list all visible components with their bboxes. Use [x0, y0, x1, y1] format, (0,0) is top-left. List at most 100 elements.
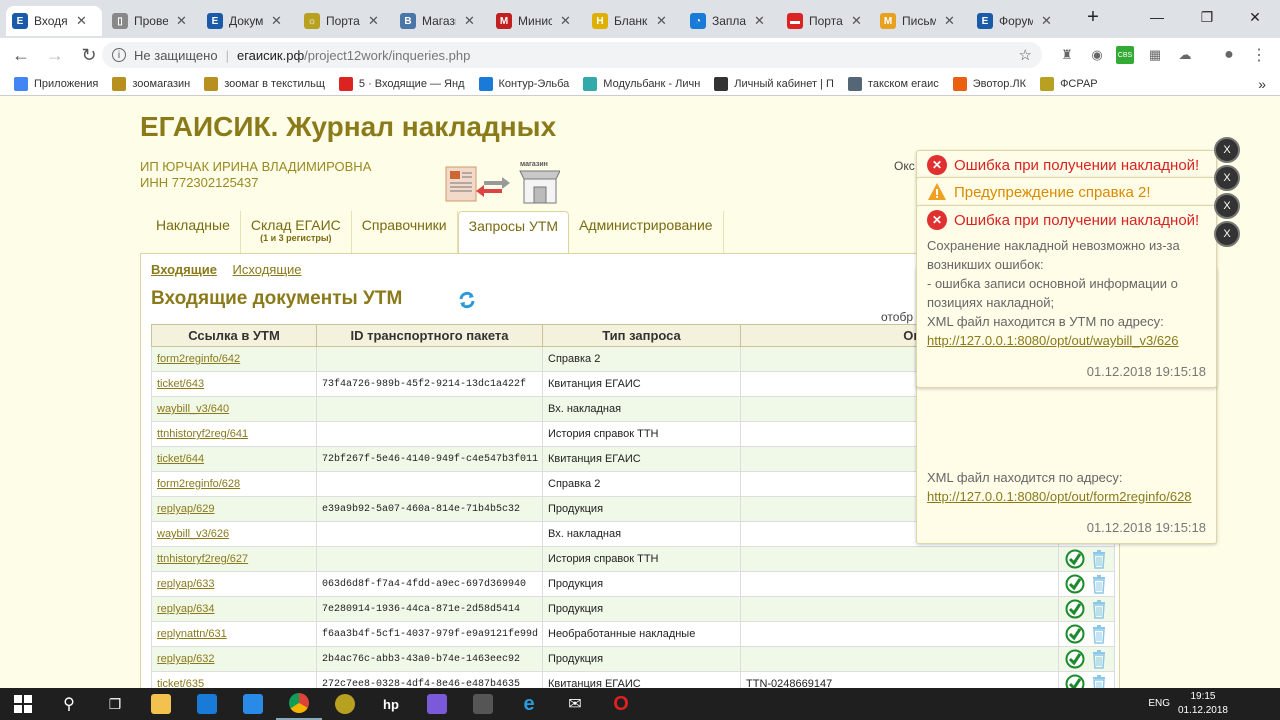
- mail-icon[interactable]: ✉: [552, 688, 598, 720]
- minimize-button[interactable]: —: [1134, 4, 1180, 30]
- browser-tab[interactable]: ☼ Порта ✕: [298, 6, 394, 36]
- start-icon[interactable]: [0, 688, 46, 720]
- error-notification[interactable]: ✕ Ошибка при получении накладной!: [916, 150, 1217, 180]
- refresh-icon[interactable]: [457, 290, 477, 310]
- utm-link[interactable]: replyap/634: [151, 596, 317, 622]
- browser-tab[interactable]: E Докум ✕: [201, 6, 297, 36]
- bookmark-star-icon[interactable]: ☆: [1019, 46, 1032, 64]
- browser-tab[interactable]: E Входящ ✕: [6, 6, 102, 36]
- extension-icon-5[interactable]: ☁: [1176, 46, 1194, 64]
- bookmark-item[interactable]: 5 · Входящие — Янд: [338, 76, 465, 91]
- utm-link[interactable]: ticket/635: [151, 671, 317, 688]
- store-icon[interactable]: [184, 688, 230, 720]
- tab-close-icon[interactable]: ✕: [271, 13, 282, 29]
- bookmark-item[interactable]: ФСРАР: [1040, 76, 1098, 91]
- tab-close-icon[interactable]: ✕: [560, 13, 571, 29]
- xml-file-link[interactable]: http://127.0.0.1:8080/opt/out/waybill_v3…: [927, 331, 1206, 350]
- nav-tab[interactable]: Администрирование: [569, 211, 724, 253]
- col-header-link[interactable]: Ссылка в УТМ: [151, 324, 317, 347]
- tab-close-icon[interactable]: ✕: [656, 13, 667, 29]
- nav-tab[interactable]: Склад ЕГАИС (1 и 3 регистры): [241, 211, 352, 253]
- error-notification[interactable]: ✕ Ошибка при получении накладной! Сохранен…: [916, 205, 1217, 388]
- extension-icon-3[interactable]: CBS: [1116, 46, 1134, 64]
- tab-close-icon[interactable]: ✕: [368, 13, 379, 29]
- delete-icon[interactable]: [1089, 599, 1109, 619]
- bookmark-item[interactable]: Модульбанк - Личн: [583, 76, 700, 91]
- utm-link[interactable]: replynattn/631: [151, 621, 317, 647]
- tab-close-icon[interactable]: ✕: [754, 13, 765, 29]
- close-notification-button[interactable]: X: [1214, 193, 1240, 219]
- close-notification-button[interactable]: X: [1214, 137, 1240, 163]
- delete-icon[interactable]: [1089, 549, 1109, 569]
- new-tab-button[interactable]: +: [1070, 4, 1116, 30]
- col-header-type[interactable]: Тип запроса: [542, 324, 741, 347]
- subtab-incoming[interactable]: Входящие: [151, 262, 217, 277]
- browser-tab[interactable]: ▬ Порта ✕: [781, 6, 877, 36]
- utm-link[interactable]: ticket/644: [151, 446, 317, 472]
- browser-tab[interactable]: H Бланк ✕: [586, 6, 682, 36]
- tab-close-icon[interactable]: ✕: [851, 13, 862, 29]
- address-bar[interactable]: i Не защищено | егаисик.рф/project12work…: [102, 42, 1042, 68]
- extension-icon-1[interactable]: ♜: [1058, 46, 1076, 64]
- bookmark-item[interactable]: Приложения: [14, 76, 98, 91]
- opera-icon[interactable]: O: [598, 688, 644, 720]
- explorer-icon[interactable]: [138, 688, 184, 720]
- task-view-icon[interactable]: ❐: [92, 688, 138, 720]
- hp-icon[interactable]: hp: [368, 688, 414, 720]
- xml-file-link[interactable]: http://127.0.0.1:8080/opt/out/form2regin…: [927, 487, 1206, 506]
- close-notification-button[interactable]: X: [1214, 165, 1240, 191]
- utm-link[interactable]: waybill_v3/640: [151, 396, 317, 422]
- info-icon[interactable]: i: [112, 48, 126, 62]
- delete-icon[interactable]: [1089, 574, 1109, 594]
- extension-icon-2[interactable]: ◉: [1088, 46, 1106, 64]
- profile-icon[interactable]: ●: [1220, 46, 1238, 64]
- bookmark-item[interactable]: зоомаг в текстильщ: [204, 76, 325, 91]
- back-icon[interactable]: ←: [8, 42, 34, 68]
- utm-link[interactable]: ttnhistoryf2reg/641: [151, 421, 317, 447]
- tab-close-icon[interactable]: ✕: [176, 13, 187, 29]
- menu-icon[interactable]: ⋮: [1250, 46, 1268, 64]
- utm-link[interactable]: ticket/643: [151, 371, 317, 397]
- edge-icon[interactable]: e: [506, 688, 552, 720]
- bookmark-item[interactable]: Личный кабинет | П: [714, 76, 834, 91]
- utm-link[interactable]: ttnhistoryf2reg/627: [151, 546, 317, 572]
- utm-link[interactable]: form2reginfo/642: [151, 346, 317, 372]
- system-clock[interactable]: 19:15 01.12.2018: [1178, 690, 1228, 718]
- maximize-button[interactable]: ❐: [1184, 4, 1230, 30]
- tab-close-icon[interactable]: ✕: [76, 13, 87, 29]
- delete-icon[interactable]: [1089, 624, 1109, 644]
- bookmark-item[interactable]: Эвотор.ЛК: [952, 76, 1026, 91]
- language-indicator[interactable]: ENG: [1148, 698, 1170, 709]
- extension-icon-4[interactable]: ▦: [1146, 46, 1164, 64]
- reload-icon[interactable]: ↻: [76, 42, 102, 68]
- browser-tab[interactable]: E Форум ✕: [971, 6, 1067, 36]
- delete-icon[interactable]: [1089, 674, 1109, 688]
- tab-close-icon[interactable]: ✕: [944, 13, 955, 29]
- calculator-icon[interactable]: [460, 688, 506, 720]
- browser-tab[interactable]: B Магази ✕: [394, 6, 490, 36]
- tab-close-icon[interactable]: ✕: [464, 13, 475, 29]
- bookmark-item[interactable]: Контур-Эльба: [478, 76, 569, 91]
- app-icon-2[interactable]: [322, 688, 368, 720]
- browser-tab[interactable]: ▯ Прове ✕: [106, 6, 202, 36]
- subtab-outgoing[interactable]: Исходящие: [233, 262, 302, 277]
- browser-tab[interactable]: M Письм ✕: [874, 6, 970, 36]
- tab-close-icon[interactable]: ✕: [1041, 13, 1052, 29]
- utm-link[interactable]: form2reginfo/628: [151, 471, 317, 497]
- close-notification-button[interactable]: X: [1214, 221, 1240, 247]
- bookmark-item[interactable]: зоомагазин: [112, 76, 190, 91]
- bookmark-item[interactable]: такском егаис: [847, 76, 939, 91]
- nav-tab[interactable]: Запросы УТМ: [457, 211, 570, 253]
- app-icon-1[interactable]: [230, 688, 276, 720]
- col-header-id[interactable]: ID транспортного пакета: [316, 324, 543, 347]
- utm-link[interactable]: replyap/632: [151, 646, 317, 672]
- app-icon-3[interactable]: [414, 688, 460, 720]
- bookmarks-more-button[interactable]: »: [1258, 76, 1266, 92]
- warning-notification[interactable]: Предупреждение справка 2!: [916, 177, 1217, 207]
- search-icon[interactable]: ⚲: [46, 688, 92, 720]
- nav-tab[interactable]: Справочники: [352, 211, 458, 253]
- utm-link[interactable]: replyap/629: [151, 496, 317, 522]
- chrome-icon[interactable]: [276, 688, 322, 720]
- browser-tab[interactable]: M Минис ✕: [490, 6, 586, 36]
- nav-tab[interactable]: Накладные: [146, 211, 241, 253]
